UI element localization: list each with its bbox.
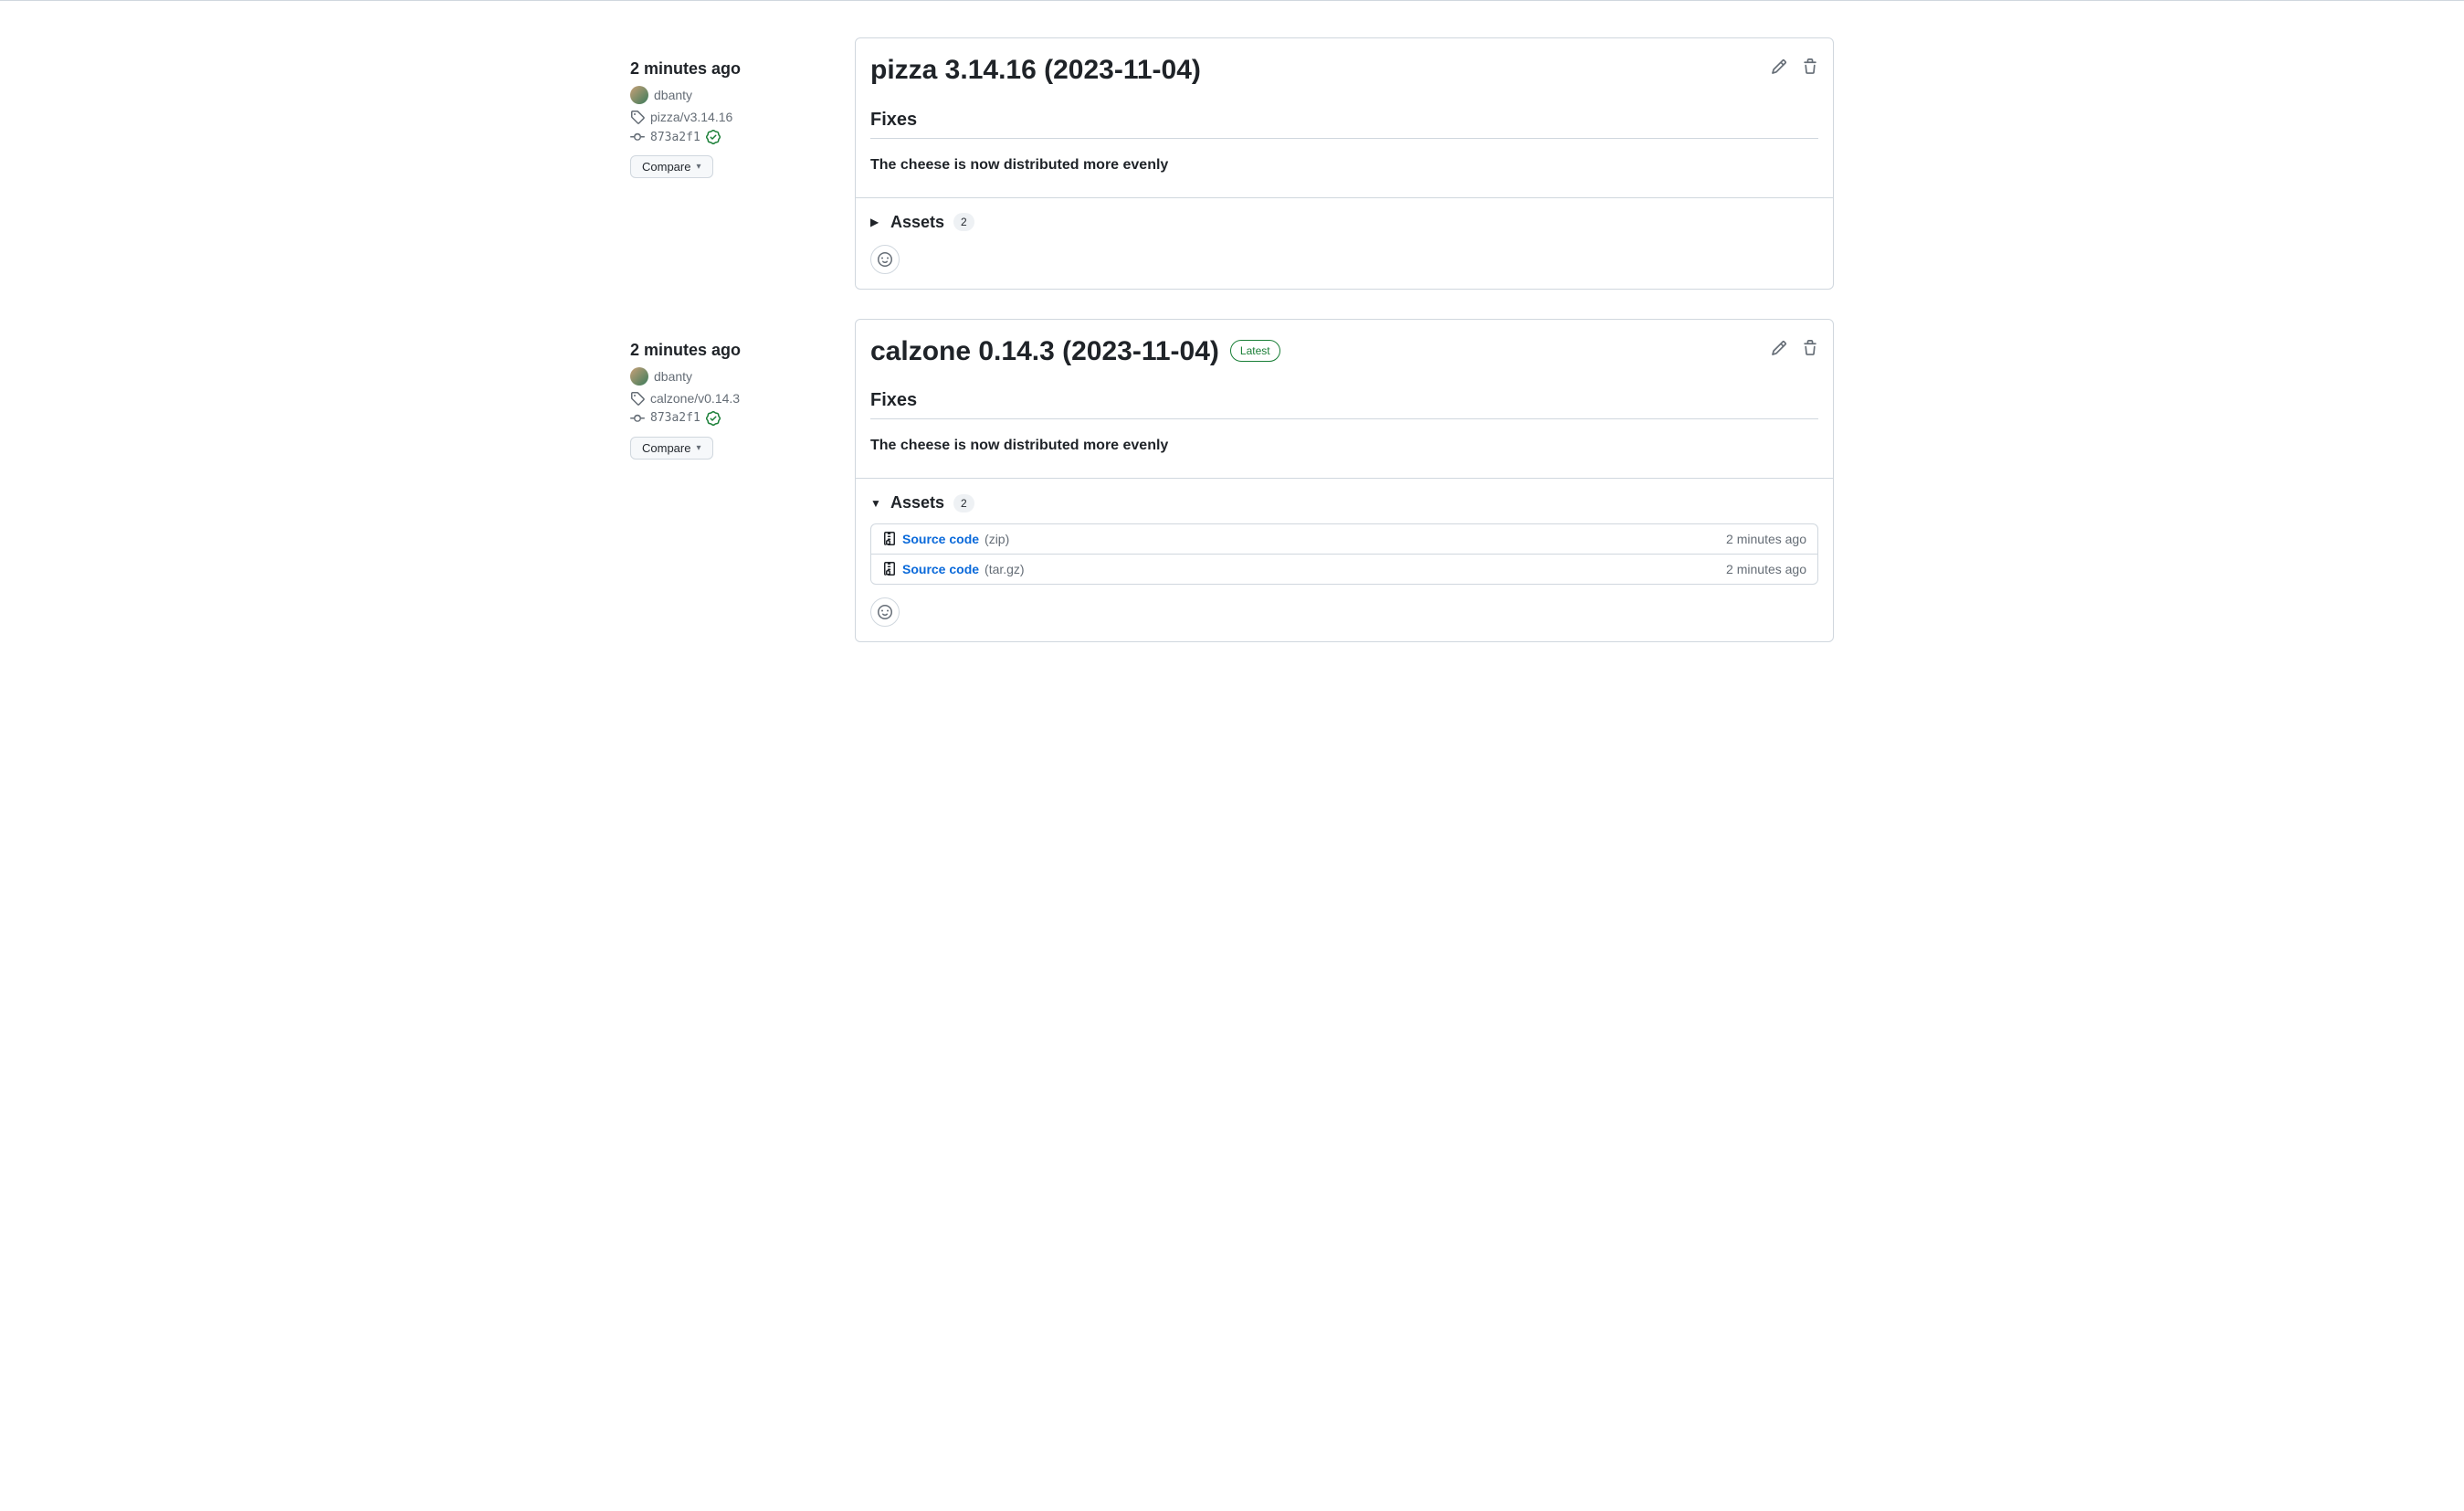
assets-label: Assets xyxy=(890,493,944,512)
tag-icon xyxy=(630,110,645,124)
release-timestamp: 2 minutes ago xyxy=(630,341,840,360)
edit-button[interactable] xyxy=(1771,58,1787,75)
verified-badge-icon xyxy=(706,411,721,426)
smile-icon xyxy=(878,605,892,619)
asset-link[interactable]: Source code xyxy=(902,562,979,576)
tag-icon xyxy=(630,391,645,406)
asset-ext: (zip) xyxy=(985,532,1009,546)
author-username[interactable]: dbanty xyxy=(654,88,692,102)
release-sidebar: 2 minutes ago dbanty calzone/v0.14.3 873… xyxy=(630,319,840,643)
assets-section: ▶ Assets 2 xyxy=(856,197,1833,289)
author-username[interactable]: dbanty xyxy=(654,369,692,384)
compare-button[interactable]: Compare ▾ xyxy=(630,155,713,178)
triangle-icon: ▶ xyxy=(870,216,881,228)
author-line[interactable]: dbanty xyxy=(630,367,840,386)
release-box: pizza 3.14.16 (2023-11-04) Fixes The che… xyxy=(855,37,1834,290)
avatar[interactable] xyxy=(630,367,648,386)
asset-ext: (tar.gz) xyxy=(985,562,1025,576)
verified-icon[interactable] xyxy=(706,411,721,426)
assets-toggle[interactable]: ▼ Assets 2 xyxy=(870,493,1818,512)
chevron-down-icon: ▾ xyxy=(696,162,700,172)
file-zip-icon xyxy=(882,562,897,576)
reaction-button[interactable] xyxy=(870,597,900,627)
notes-heading: Fixes xyxy=(870,390,1818,419)
top-divider xyxy=(0,0,2464,1)
pencil-icon xyxy=(1771,58,1787,75)
reaction-button[interactable] xyxy=(870,245,900,274)
release-title[interactable]: calzone 0.14.3 (2023-11-04) xyxy=(870,334,1219,369)
file-zip-icon xyxy=(882,532,897,546)
assets-label: Assets xyxy=(890,213,944,232)
commit-icon xyxy=(630,130,645,144)
tag-line[interactable]: calzone/v0.14.3 xyxy=(630,391,840,406)
chevron-down-icon: ▾ xyxy=(696,443,700,453)
assets-count: 2 xyxy=(953,213,974,231)
commit-icon xyxy=(630,411,645,426)
releases-list: 2 minutes ago dbanty pizza/v3.14.16 873a… xyxy=(616,37,1848,642)
trash-icon xyxy=(1802,58,1818,75)
compare-button[interactable]: Compare ▾ xyxy=(630,437,713,460)
delete-button[interactable] xyxy=(1802,340,1818,356)
commit-sha[interactable]: 873a2f1 xyxy=(650,131,700,144)
assets-count: 2 xyxy=(953,494,974,512)
author-line[interactable]: dbanty xyxy=(630,86,840,104)
asset-timestamp: 2 minutes ago xyxy=(1726,532,1806,546)
asset-link[interactable]: Source code xyxy=(902,532,979,546)
asset-row: Source code (tar.gz) 2 minutes ago xyxy=(871,554,1817,584)
tag-name[interactable]: calzone/v0.14.3 xyxy=(650,391,740,406)
asset-timestamp: 2 minutes ago xyxy=(1726,562,1806,576)
commit-sha[interactable]: 873a2f1 xyxy=(650,411,700,425)
compare-label: Compare xyxy=(642,160,690,174)
notes-heading: Fixes xyxy=(870,110,1818,139)
pencil-icon xyxy=(1771,340,1787,356)
smile-icon xyxy=(878,252,892,267)
tag-line[interactable]: pizza/v3.14.16 xyxy=(630,110,840,124)
release-sidebar: 2 minutes ago dbanty pizza/v3.14.16 873a… xyxy=(630,37,840,290)
avatar[interactable] xyxy=(630,86,648,104)
assets-toggle[interactable]: ▶ Assets 2 xyxy=(870,213,1818,232)
delete-button[interactable] xyxy=(1802,58,1818,75)
compare-label: Compare xyxy=(642,441,690,455)
commit-line[interactable]: 873a2f1 xyxy=(630,411,840,426)
assets-list: Source code (zip) 2 minutes ago Source c… xyxy=(870,523,1818,585)
commit-line[interactable]: 873a2f1 xyxy=(630,130,840,144)
release-box: calzone 0.14.3 (2023-11-04) Latest Fixes… xyxy=(855,319,1834,643)
release-timestamp: 2 minutes ago xyxy=(630,59,840,79)
trash-icon xyxy=(1802,340,1818,356)
release-title[interactable]: pizza 3.14.16 (2023-11-04) xyxy=(870,53,1201,88)
release-entry: 2 minutes ago dbanty pizza/v3.14.16 873a… xyxy=(630,37,1834,290)
release-notes: Fixes The cheese is now distributed more… xyxy=(870,390,1818,454)
tag-name[interactable]: pizza/v3.14.16 xyxy=(650,110,732,124)
verified-icon[interactable] xyxy=(706,130,721,144)
notes-body: The cheese is now distributed more evenl… xyxy=(870,157,1818,174)
verified-badge-icon xyxy=(706,130,721,144)
asset-row: Source code (zip) 2 minutes ago xyxy=(871,524,1817,554)
edit-button[interactable] xyxy=(1771,340,1787,356)
latest-badge: Latest xyxy=(1230,340,1280,362)
triangle-icon: ▼ xyxy=(870,497,881,510)
assets-section: ▼ Assets 2 Source code (zip) 2 minutes a… xyxy=(856,478,1833,641)
release-entry: 2 minutes ago dbanty calzone/v0.14.3 873… xyxy=(630,319,1834,643)
notes-body: The cheese is now distributed more evenl… xyxy=(870,438,1818,454)
release-notes: Fixes The cheese is now distributed more… xyxy=(870,110,1818,174)
